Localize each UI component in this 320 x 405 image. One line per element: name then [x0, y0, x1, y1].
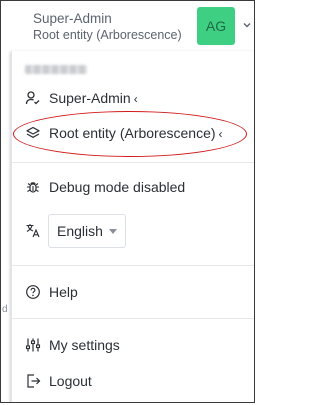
logout-label: Logout — [49, 373, 92, 389]
language-select-value: English — [57, 223, 103, 239]
language-select[interactable]: English — [48, 214, 126, 248]
user-dropdown-menu: Super-Admin ‹ Root entity (Arborescence) ‹ — [11, 51, 254, 402]
help-label: Help — [49, 284, 78, 300]
logout-icon — [24, 372, 42, 390]
header-user-name: Super-Admin — [33, 11, 112, 26]
divider — [12, 318, 254, 319]
menu-item-debug[interactable]: Debug mode disabled — [12, 173, 254, 201]
layers-icon — [24, 124, 42, 142]
chevron-left-icon: ‹ — [218, 127, 223, 141]
user-check-icon — [24, 89, 42, 107]
menu-item-my-settings[interactable]: My settings — [12, 331, 254, 359]
my-settings-label: My settings — [49, 337, 120, 353]
blurred-username — [25, 65, 87, 74]
caret-down-icon — [109, 229, 117, 234]
chevron-left-icon: ‹ — [133, 92, 138, 106]
avatar[interactable]: AG — [197, 7, 235, 45]
menu-item-profile-label: Super-Admin ‹ — [49, 90, 138, 106]
background-text-fragment: d — [2, 304, 8, 315]
help-circle-icon — [24, 283, 42, 301]
bug-icon — [24, 178, 42, 196]
header-entity-name: Root entity (Arborescence) — [33, 28, 182, 42]
divider — [12, 265, 254, 266]
translate-icon — [24, 221, 42, 239]
sliders-icon — [24, 336, 42, 354]
debug-mode-label: Debug mode disabled — [49, 179, 186, 195]
divider — [12, 162, 254, 163]
menu-item-entity[interactable]: Root entity (Arborescence) ‹ — [12, 119, 254, 147]
menu-item-logout[interactable]: Logout — [12, 367, 254, 395]
menu-item-entity-label: Root entity (Arborescence) ‹ — [49, 125, 223, 141]
profile-label-text: Super-Admin — [49, 90, 131, 106]
window-frame: Super-Admin Root entity (Arborescence) A… — [0, 0, 255, 403]
user-menu-toggle[interactable]: Super-Admin Root entity (Arborescence) A… — [1, 1, 254, 51]
entity-label-text: Root entity (Arborescence) — [49, 125, 216, 141]
chevron-down-icon[interactable] — [241, 19, 253, 31]
menu-item-profile[interactable]: Super-Admin ‹ — [12, 84, 254, 112]
menu-item-help[interactable]: Help — [12, 278, 254, 306]
